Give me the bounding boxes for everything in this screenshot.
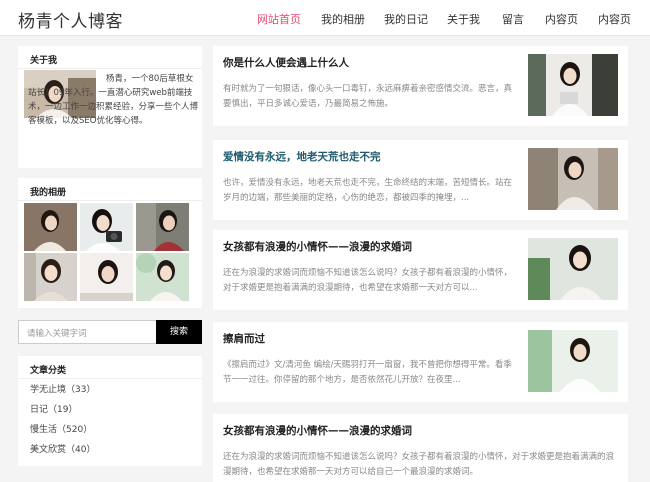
category-item[interactable]: 美文欣赏（40）	[30, 442, 95, 455]
site-logo[interactable]: 杨青个人博客	[18, 7, 123, 32]
article-title[interactable]: 女孩都有浪漫的小情怀——浪漫的求婚词	[223, 239, 412, 254]
article-excerpt: 还在为浪漫的求婚词而烦恼不知道该怎么说吗？女孩子都有着浪漫的小情怀，对于求婚更是…	[223, 452, 615, 477]
category-item[interactable]: 日记（19）	[30, 402, 77, 415]
article-excerpt: 也许，爱情没有永远，地老天荒也走不完，生命终结的末端，苦短情长。站在岁月的边端，…	[223, 178, 513, 203]
search-input[interactable]: 请输入关键字词	[18, 320, 158, 344]
article-title[interactable]: 女孩都有浪漫的小情怀——浪漫的求婚词	[223, 423, 412, 438]
nav-about[interactable]: 关于我	[447, 11, 480, 27]
nav-content-2[interactable]: 内容页	[598, 11, 631, 27]
nav-home[interactable]: 网站首页	[257, 11, 301, 27]
nav-diary[interactable]: 我的日记	[384, 11, 428, 27]
categories-box: 文章分类 学无止境（33） 日记（19） 慢生活（520） 美文欣赏（40）	[18, 356, 202, 466]
article-card: 擦肩而过 《擦肩而过》文/清河鱼 编绘/天赐羽打开一扇窗，我不曾把你想得平常。看…	[213, 322, 628, 402]
category-item[interactable]: 学无止境（33）	[30, 382, 95, 395]
album-photo[interactable]	[24, 253, 77, 301]
article-thumbnail[interactable]	[528, 148, 618, 210]
nav-guestbook[interactable]: 留言	[502, 11, 524, 27]
article-thumbnail[interactable]	[528, 54, 618, 116]
article-thumbnail[interactable]	[528, 330, 618, 392]
category-item[interactable]: 慢生活（520）	[30, 422, 92, 435]
article-card: 女孩都有浪漫的小情怀——浪漫的求婚词 还在为浪漫的求婚词而烦恼不知道该怎么说吗？…	[213, 230, 628, 310]
search-button[interactable]: 搜索	[156, 320, 202, 344]
article-title[interactable]: 爱情没有永远，地老天荒也走不完	[223, 149, 381, 164]
album-box: 我的相册	[18, 178, 202, 308]
divider	[18, 378, 202, 379]
article-excerpt: 《擦肩而过》文/清河鱼 编绘/天赐羽打开一扇窗，我不曾把你想得平常。看季节一一过…	[223, 360, 512, 385]
divider	[18, 68, 202, 69]
album-title: 我的相册	[30, 188, 67, 198]
nav-content-1[interactable]: 内容页	[545, 11, 578, 27]
album-photo[interactable]	[136, 203, 189, 251]
album-photo[interactable]	[80, 203, 133, 251]
article-title[interactable]: 擦肩而过	[223, 331, 265, 346]
article-thumbnail[interactable]	[528, 238, 618, 300]
divider	[18, 200, 202, 201]
categories-title: 文章分类	[30, 366, 67, 376]
about-title: 关于我	[30, 56, 58, 66]
article-title[interactable]: 你是什么人便会遇上什么人	[223, 55, 349, 70]
album-photo[interactable]	[80, 253, 133, 301]
article-card: 爱情没有永远，地老天荒也走不完 也许，爱情没有永远，地老天荒也走不完，生命终结的…	[213, 140, 628, 220]
article-card: 你是什么人便会遇上什么人 有时就为了一句狠话，像心头一口毒钉，永远麻痹着亲密感情…	[213, 46, 628, 126]
article-card: 女孩都有浪漫的小情怀——浪漫的求婚词 还在为浪漫的求婚词而烦恼不知道该怎么说吗？…	[213, 414, 628, 482]
site-header: 杨青个人博客 网站首页 我的相册 我的日记 关于我 留言 内容页 内容页	[0, 0, 650, 36]
about-box: 关于我 杨青，一个80后草根女站长！09年入行。一直潜心研究web前端技术，一边…	[18, 46, 202, 168]
album-photo[interactable]	[24, 203, 77, 251]
nav-album[interactable]: 我的相册	[321, 11, 365, 27]
article-excerpt: 还在为浪漫的求婚词而烦恼不知道该怎么说吗？女孩子都有着浪漫的小情怀，对于求婚更是…	[223, 268, 513, 293]
article-excerpt: 有时就为了一句狠话，像心头一口毒钉，永远麻痹着亲密感情交流。恶言，真要慎出，平日…	[223, 84, 513, 109]
album-photo[interactable]	[136, 253, 189, 301]
about-text: 杨青，一个80后草根女站长！09年入行。一直潜心研究web前端技术，一边工作一边…	[28, 74, 199, 126]
